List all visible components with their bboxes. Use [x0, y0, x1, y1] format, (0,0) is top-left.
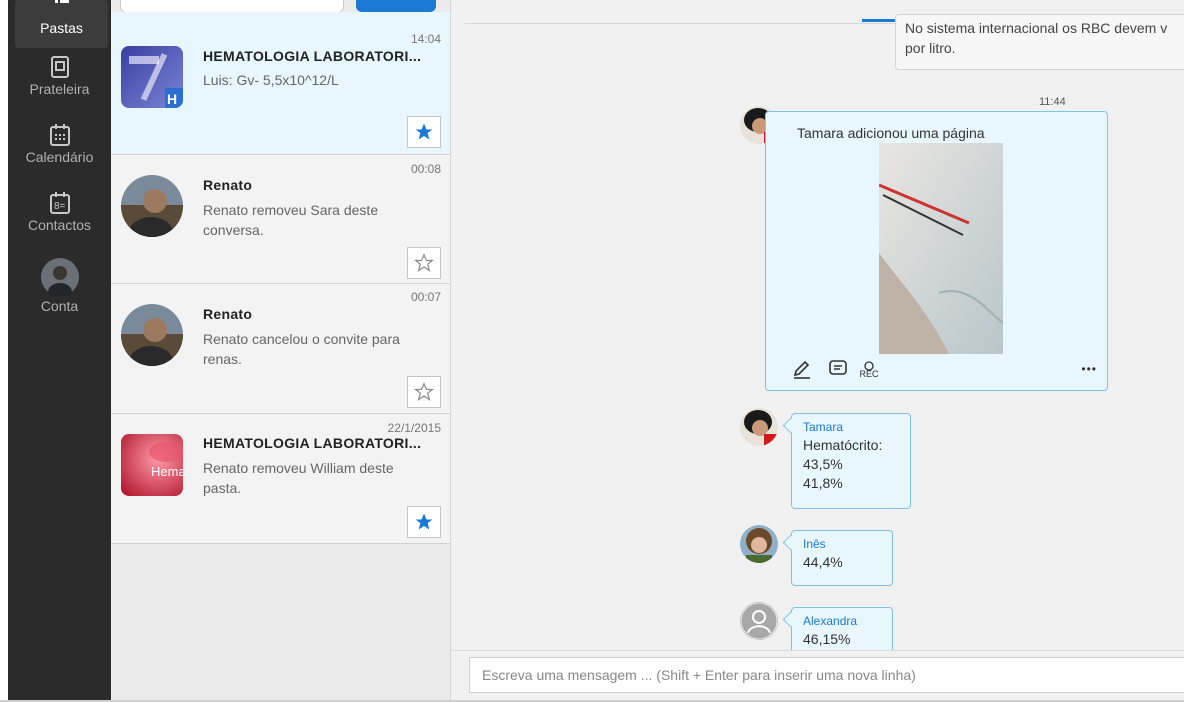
account-avatar: [40, 258, 79, 296]
conversation-title: Renato: [203, 306, 253, 322]
default-user-avatar: [740, 602, 778, 640]
favorite-toggle[interactable]: [407, 506, 441, 538]
nav-item-prateleira[interactable]: Prateleira: [8, 55, 111, 97]
previous-message-text: No sistema internacional os RBC devem v …: [905, 20, 1168, 56]
nav-item-conta[interactable]: Conta: [8, 258, 111, 314]
conversation-preview: Renato removeu Sara deste conversa.: [203, 202, 379, 238]
favorite-toggle[interactable]: [407, 247, 441, 279]
nav-item-contactos[interactable]: 8= Contactos: [8, 191, 111, 233]
message-text: 46,15%: [803, 631, 851, 647]
more-options-button[interactable]: •••: [1081, 362, 1097, 376]
svg-text:8=: 8=: [54, 201, 66, 212]
message-text: Hematócrito: 43,5% 41,8%: [803, 437, 883, 491]
favorite-toggle[interactable]: [407, 116, 441, 148]
edit-icon[interactable]: [791, 358, 813, 380]
message-author: Tamara: [803, 420, 844, 434]
nav-item-pastas[interactable]: Pastas: [15, 0, 108, 48]
message-text: 44,4%: [803, 554, 843, 570]
message-input[interactable]: [469, 657, 1184, 693]
conversation-list: H 14:04 HEMATOLOGIA LABORATORI... Luis: …: [111, 0, 451, 700]
previous-message: No sistema internacional os RBC devem v …: [895, 14, 1184, 70]
message-author: Alexandra: [803, 614, 858, 628]
star-outline-icon: [414, 253, 434, 272]
page-added-card[interactable]: Tamara adicionou uma página REC •••: [765, 111, 1108, 391]
nav-label-prateleira: Prateleira: [29, 81, 90, 97]
folders-icon: [54, 0, 69, 3]
svg-text:Hema: Hema: [151, 464, 183, 479]
conversation-time: 00:08: [410, 162, 441, 176]
svg-text:H: H: [167, 91, 177, 107]
new-button[interactable]: [356, 0, 436, 12]
tamara-avatar: [740, 408, 778, 446]
message-bubble[interactable]: Inês 44,4%: [791, 530, 893, 586]
conversation-preview: Luis: Gv- 5,5x10^12/L: [203, 72, 339, 88]
nav-label-conta: Conta: [40, 298, 79, 314]
conversation-item-hematologia[interactable]: H 14:04 HEMATOLOGIA LABORATORI... Luis: …: [111, 12, 450, 155]
star-outline-icon: [414, 382, 434, 401]
conversation-title: HEMATOLOGIA LABORATORI...: [203, 435, 422, 451]
nav-label-contactos: Contactos: [27, 217, 92, 233]
chat-area: No sistema internacional os RBC devem v …: [451, 0, 1184, 650]
conversation-preview: Renato cancelou o convite para renas.: [203, 331, 400, 367]
comment-icon[interactable]: [827, 358, 849, 380]
page-card-text: Tamara adicionou uma página: [797, 125, 985, 141]
left-nav: Pastas Prateleira Calendário 8= Contacto…: [8, 0, 111, 700]
conversation-time: 00:07: [410, 290, 441, 304]
star-filled-icon: [415, 123, 433, 140]
star-filled-icon: [415, 513, 433, 530]
page-thumbnail[interactable]: [879, 143, 1003, 354]
message-bubble[interactable]: Alexandra 46,15%: [791, 607, 893, 650]
conversation-time: 14:04: [410, 32, 441, 46]
nav-label-pastas: Pastas: [40, 20, 83, 36]
conversation-title: HEMATOLOGIA LABORATORI...: [203, 48, 422, 64]
message-composer: [451, 650, 1184, 701]
ines-avatar: [740, 525, 778, 563]
conversation-title: Renato: [203, 177, 253, 193]
message-time: 11:44: [1039, 96, 1066, 108]
group-thumbnail: H: [121, 46, 183, 108]
message-bubble[interactable]: Tamara Hematócrito: 43,5% 41,8%: [791, 413, 911, 509]
nav-label-calendario: Calendário: [25, 149, 94, 165]
record-label: REC: [859, 369, 879, 379]
message-author: Inês: [803, 537, 826, 551]
contacts-icon: 8=: [49, 192, 70, 214]
conversation-item-renato-2[interactable]: 00:07 Renato Renato cancelou o convite p…: [111, 284, 450, 414]
contact-avatar: [121, 304, 183, 366]
shelf-icon: [50, 56, 69, 78]
conversation-item-renato-1[interactable]: 00:08 Renato Renato removeu Sara deste c…: [111, 155, 450, 284]
record-button[interactable]: REC: [858, 358, 880, 382]
conversation-preview: Renato removeu William deste pasta.: [203, 460, 394, 496]
favorite-toggle[interactable]: [407, 376, 441, 408]
calendar-icon: [49, 124, 70, 146]
conversation-item-hematologia-2[interactable]: Hema 22/1/2015 HEMATOLOGIA LABORATORI...…: [111, 414, 450, 544]
group-thumbnail: Hema: [121, 434, 183, 496]
nav-item-calendario[interactable]: Calendário: [8, 123, 111, 165]
conversation-time: 22/1/2015: [387, 421, 441, 435]
contact-avatar: [121, 175, 183, 237]
